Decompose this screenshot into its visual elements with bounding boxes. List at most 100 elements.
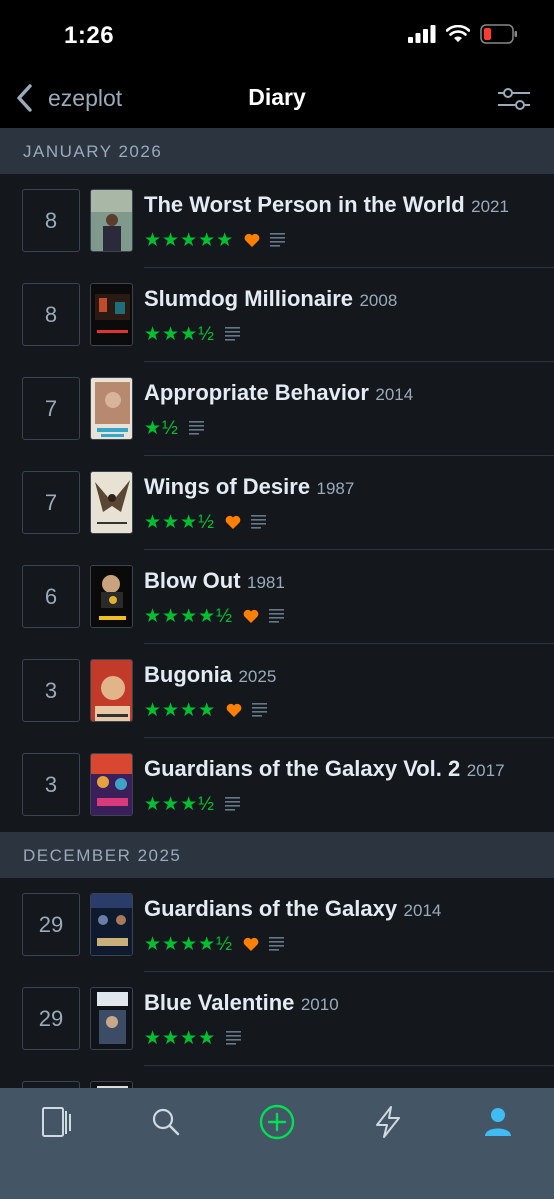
film-year: 2010 xyxy=(300,995,339,1014)
film-title: Appropriate Behavior xyxy=(144,380,369,405)
entry-day: 29 xyxy=(22,893,80,956)
status-icons xyxy=(408,24,518,44)
diary-entry[interactable]: 3 Guardians of the Galaxy Vol. 2 2017 ★★… xyxy=(0,738,554,832)
tab-profile[interactable] xyxy=(478,1102,518,1142)
page-title: Diary xyxy=(248,84,306,110)
film-title: Blue Valentine xyxy=(144,990,295,1015)
nav-bar: ezeplot Diary xyxy=(0,70,554,128)
liked-heart-icon xyxy=(243,937,259,951)
diary-entry[interactable]: 6 Blow Out 1981 ★★★★½ xyxy=(0,550,554,644)
review-lines-icon xyxy=(250,515,266,529)
diary-list[interactable]: JANUARY 2026 8 The Worst Person in the W… xyxy=(0,128,554,1088)
entry-meta: ★★★★½ xyxy=(144,933,284,955)
signal-icon xyxy=(408,25,436,43)
review-lines-icon xyxy=(252,703,268,717)
rating-stars: ★★★★ xyxy=(144,1027,217,1049)
entry-meta: ★★★½ xyxy=(144,793,240,815)
film-title-line[interactable]: Guardians of the Galaxy Vol. 2 2017 xyxy=(144,756,505,782)
film-poster[interactable] xyxy=(90,189,133,252)
add-icon xyxy=(259,1104,295,1140)
diary-entry[interactable]: 29 Guardians of the Galaxy 2014 ★★★★½ xyxy=(0,878,554,972)
film-poster[interactable] xyxy=(90,893,133,956)
section-header-january-2026: JANUARY 2026 xyxy=(0,128,554,174)
liked-heart-icon xyxy=(244,233,260,247)
liked-heart-icon xyxy=(226,703,242,717)
diary-entry[interactable]: 8 The Worst Person in the World 2021 ★★★… xyxy=(0,174,554,268)
film-title: Bugonia xyxy=(144,662,232,687)
film-title: Wings of Desire xyxy=(144,474,311,499)
film-poster[interactable] xyxy=(90,987,133,1050)
diary-entry-partial[interactable] xyxy=(0,1066,554,1088)
tab-bar xyxy=(0,1088,554,1199)
film-title-line[interactable]: Guardians of the Galaxy 2014 xyxy=(144,896,441,922)
entry-day: 8 xyxy=(22,283,80,346)
film-title: Blow Out xyxy=(144,568,241,593)
diary-entry[interactable]: 29 Blue Valentine 2010 ★★★★ xyxy=(0,972,554,1066)
entry-meta: ★★★★½ xyxy=(144,605,284,627)
profile-icon xyxy=(485,1108,511,1136)
liked-heart-icon xyxy=(225,515,241,529)
tab-activity[interactable] xyxy=(368,1102,408,1142)
status-time: 1:26 xyxy=(64,22,115,49)
tab-films[interactable] xyxy=(36,1102,76,1142)
battery-icon xyxy=(480,24,517,44)
tab-add[interactable] xyxy=(257,1102,297,1142)
search-icon xyxy=(152,1108,180,1136)
film-title-line[interactable]: Blow Out 1981 xyxy=(144,568,285,594)
film-title-line[interactable]: Wings of Desire 1987 xyxy=(144,474,354,500)
film-year: 2014 xyxy=(403,901,442,920)
review-lines-icon xyxy=(268,609,284,623)
liked-heart-icon xyxy=(243,609,259,623)
rating-stars: ★★★★ xyxy=(144,699,217,721)
film-title: The Worst Person in the World xyxy=(144,192,465,217)
entry-day: 6 xyxy=(22,565,80,628)
film-title-line[interactable]: Slumdog Millionaire 2008 xyxy=(144,286,397,312)
film-title: Guardians of the Galaxy Vol. 2 xyxy=(144,756,461,781)
review-lines-icon xyxy=(224,327,240,341)
film-year: 1981 xyxy=(247,573,285,592)
diary-entry[interactable]: 8 Slumdog Millionaire 2008 ★★★½ xyxy=(0,268,554,362)
activity-icon xyxy=(376,1106,400,1138)
rating-stars: ★★★★½ xyxy=(144,933,233,955)
rating-stars: ★★★★★ xyxy=(144,229,235,251)
entry-meta: ★★★½ xyxy=(144,511,266,533)
entry-meta: ★★★★ xyxy=(144,699,268,721)
film-title-line[interactable]: Blue Valentine 2010 xyxy=(144,990,339,1016)
diary-entry[interactable]: 7 Appropriate Behavior 2014 ★½ xyxy=(0,362,554,456)
review-lines-icon xyxy=(268,937,284,951)
entry-day: 3 xyxy=(22,753,80,816)
review-lines-icon xyxy=(224,797,240,811)
diary-entry[interactable]: 7 Wings of Desire 1987 ★★★½ xyxy=(0,456,554,550)
film-title: Slumdog Millionaire xyxy=(144,286,354,311)
review-lines-icon xyxy=(270,233,286,247)
diary-entry[interactable]: 3 Bugonia 2025 ★★★★ xyxy=(0,644,554,738)
entry-meta: ★½ xyxy=(144,417,204,439)
entry-day: 7 xyxy=(22,377,80,440)
film-year: 2025 xyxy=(238,667,277,686)
film-title-line[interactable]: Appropriate Behavior 2014 xyxy=(144,380,413,406)
entry-day: 7 xyxy=(22,471,80,534)
rating-stars: ★★★½ xyxy=(144,793,215,815)
film-year: 1987 xyxy=(316,479,355,498)
film-poster[interactable] xyxy=(90,753,133,816)
wifi-icon xyxy=(446,25,470,42)
section-header-december-2025: DECEMBER 2025 xyxy=(0,832,554,878)
film-title-line[interactable]: The Worst Person in the World 2021 xyxy=(144,192,509,218)
filter-icon[interactable] xyxy=(496,84,532,114)
entry-day xyxy=(22,1081,80,1088)
status-bar: 1:26 xyxy=(0,0,554,70)
film-year: 2008 xyxy=(359,291,398,310)
entry-meta: ★★★½ xyxy=(144,323,240,345)
review-lines-icon xyxy=(188,421,204,435)
film-year: 2021 xyxy=(471,197,509,216)
film-poster[interactable] xyxy=(90,471,133,534)
film-poster[interactable] xyxy=(90,283,133,346)
entry-meta: ★★★★★ xyxy=(144,229,286,251)
film-year: 2017 xyxy=(466,761,505,780)
film-poster[interactable] xyxy=(90,565,133,628)
tab-search[interactable] xyxy=(146,1102,186,1142)
film-poster[interactable] xyxy=(90,377,133,440)
film-title-line[interactable]: Bugonia 2025 xyxy=(144,662,276,688)
film-poster[interactable] xyxy=(90,1081,133,1088)
film-poster[interactable] xyxy=(90,659,133,722)
